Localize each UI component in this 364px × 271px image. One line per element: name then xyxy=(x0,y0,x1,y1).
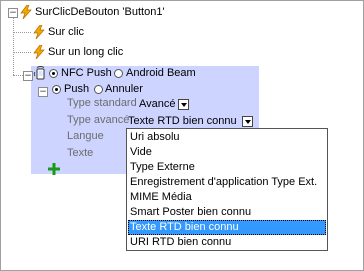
event-sur-un-long-clic[interactable]: Sur un long clic xyxy=(48,46,123,59)
push-collapse-toggle[interactable]: − xyxy=(38,87,48,97)
radio-annuler[interactable] xyxy=(94,85,103,94)
tree-line xyxy=(13,32,31,33)
root-collapse-toggle[interactable]: − xyxy=(8,8,18,18)
type-avance-label: Type avancé xyxy=(67,114,130,126)
radio-annuler-label[interactable]: Annuler xyxy=(105,83,143,96)
type-standard-value: Avancé xyxy=(139,98,176,110)
langue-label: Langue xyxy=(67,130,104,142)
type-standard-combo[interactable]: Avancé xyxy=(139,98,195,111)
radio-nfc-push-label[interactable]: NFC Push xyxy=(61,67,112,80)
radio-nfc-push[interactable] xyxy=(49,69,58,78)
radio-android-beam[interactable] xyxy=(114,69,123,78)
tree-line xyxy=(13,75,23,76)
tree-line xyxy=(13,52,31,53)
dropdown-option[interactable]: Enregistrement d'application Type Ext. xyxy=(128,175,326,190)
tree-line xyxy=(13,18,14,75)
event-sur-clic[interactable]: Sur clic xyxy=(48,26,84,39)
nfc-collapse-toggle[interactable]: − xyxy=(23,71,33,81)
chevron-down-icon[interactable] xyxy=(178,99,189,110)
dropdown-option[interactable]: Type Externe xyxy=(128,160,326,175)
dropdown-option-selected[interactable]: Texte RTD bien connu xyxy=(128,220,326,235)
type-avance-value: Texte RTD bien connu xyxy=(128,115,237,127)
radio-push[interactable] xyxy=(52,85,61,94)
dropdown-option[interactable]: Smart Poster bien connu xyxy=(128,205,326,220)
dropdown-option[interactable]: URI RTD bien connu xyxy=(128,235,326,250)
dropdown-option[interactable]: Uri absolu xyxy=(128,130,326,145)
dropdown-option[interactable]: MIME Média xyxy=(128,190,326,205)
nfc-push-icon xyxy=(33,66,45,80)
dropdown-option[interactable]: Vide xyxy=(128,145,326,160)
type-avance-dropdown-list[interactable]: Uri absolu Vide Type Externe Enregistrem… xyxy=(126,128,328,251)
radio-push-label[interactable]: Push xyxy=(64,83,89,96)
lightning-bolt-icon xyxy=(33,45,45,59)
type-avance-combo[interactable]: Texte RTD bien connu xyxy=(128,115,258,128)
action-tree-window: − SurClicDeBouton 'Button1' Sur clic Sur… xyxy=(0,0,364,271)
root-event-label[interactable]: SurClicDeBouton 'Button1' xyxy=(35,6,165,19)
texte-label: Texte xyxy=(67,147,94,159)
type-standard-label: Type standard xyxy=(67,97,137,109)
radio-android-beam-label[interactable]: Android Beam xyxy=(126,67,196,80)
plus-icon[interactable] xyxy=(48,163,60,175)
lightning-bolt-icon xyxy=(20,5,32,19)
chevron-down-icon[interactable] xyxy=(242,116,253,127)
lightning-bolt-icon xyxy=(33,25,45,39)
